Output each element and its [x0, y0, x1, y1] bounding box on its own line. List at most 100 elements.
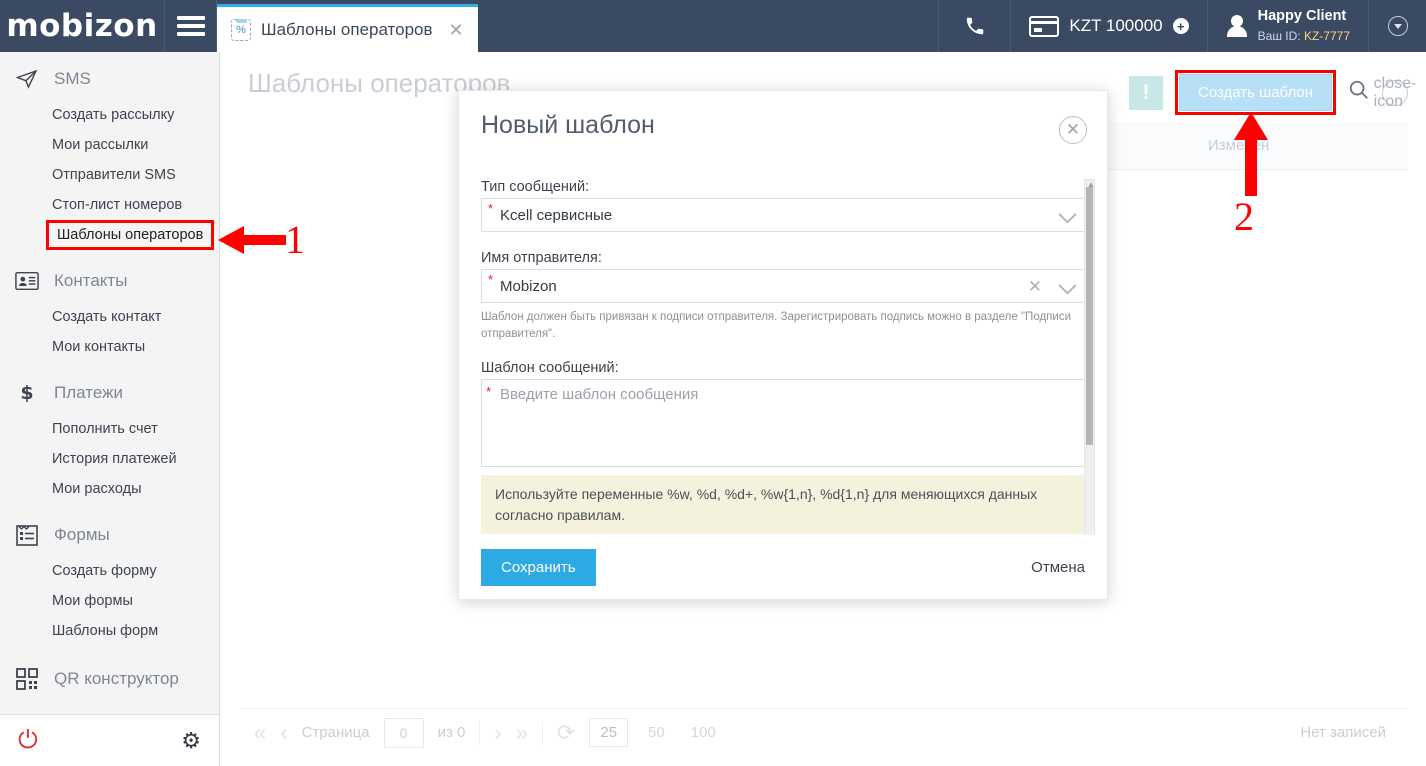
- credit-card-icon: [1029, 15, 1060, 37]
- message-type-label: Тип сообщений:: [481, 179, 590, 195]
- tab-strip: % Шаблоны операторов ✕: [217, 0, 938, 52]
- add-funds-icon[interactable]: +: [1172, 18, 1189, 34]
- annotation-number-1: 1: [285, 217, 305, 262]
- page-label: Страница: [301, 724, 370, 741]
- sidebar-group-label: Платежи: [54, 383, 123, 402]
- sidebar-group-forms[interactable]: Формы: [0, 514, 219, 556]
- search-icon[interactable]: [1348, 79, 1370, 107]
- sidebar-item-sms-senders[interactable]: Отправители SMS: [0, 160, 219, 190]
- divider: [541, 720, 543, 745]
- phone-icon: [966, 17, 984, 35]
- first-page-button[interactable]: «: [254, 720, 266, 746]
- chevron-down-icon: [1387, 16, 1408, 36]
- sidebar-item-my-forms[interactable]: Мои формы: [0, 586, 219, 616]
- annotation-arrow-1: [218, 226, 286, 254]
- required-marker: *: [488, 272, 494, 287]
- brand-logo-text: mobizon: [6, 8, 158, 44]
- user-id-value: KZ-7777: [1303, 29, 1350, 43]
- sender-name-hint: Шаблон должен быть привязан к подписи от…: [481, 311, 1071, 340]
- sidebar-nav: SMS Создать рассылку Мои рассылки Отправ…: [0, 52, 219, 714]
- svg-text:$: $: [20, 382, 33, 404]
- create-template-button[interactable]: Создать шаблон: [1178, 74, 1332, 111]
- top-header-bar: mobizon % Шаблоны операторов ✕ KZT 10000: [0, 0, 1426, 52]
- modal-close-icon[interactable]: ✕: [1059, 116, 1087, 144]
- save-button[interactable]: Сохранить: [481, 548, 596, 586]
- hamburger-icon: [176, 16, 205, 36]
- sidebar-item-my-campaigns[interactable]: Мои рассылки: [0, 130, 219, 160]
- qr-icon: [14, 666, 40, 692]
- annotation-number-2: 2: [1234, 194, 1254, 239]
- support-phone-button[interactable]: [938, 0, 1010, 52]
- message-template-placeholder: Введите шаблон сообщения: [500, 386, 699, 404]
- sidebar-item-my-expenses[interactable]: Мои расходы: [0, 474, 219, 504]
- app-root: mobizon % Шаблоны операторов ✕ KZT 10000: [0, 0, 1426, 766]
- tab-close-icon[interactable]: ✕: [449, 21, 464, 39]
- required-marker: *: [486, 384, 492, 400]
- sidebar-item-create-contact[interactable]: Создать контакт: [0, 302, 219, 332]
- sidebar-footer: ⏻ ⚙: [0, 714, 219, 766]
- message-type-value: Kcell сервисные: [500, 206, 613, 224]
- user-info: Happy Client Ваш ID: KZ-7777: [1258, 6, 1350, 46]
- modal-scrollbar[interactable]: ▲ ▼: [1084, 179, 1095, 549]
- sidebar-group-sms[interactable]: SMS: [0, 58, 219, 100]
- sidebar-group-label: Формы: [54, 525, 110, 544]
- balance-amount: KZT 100000: [1069, 16, 1163, 35]
- dollar-icon: $: [14, 380, 40, 406]
- sidebar-item-create-form[interactable]: Создать форму: [0, 556, 219, 586]
- cancel-button[interactable]: Отмена: [1031, 559, 1085, 576]
- percent-tab-icon: %: [231, 18, 251, 41]
- prev-page-button[interactable]: ‹: [280, 720, 287, 746]
- user-menu-toggle[interactable]: [1368, 0, 1426, 52]
- message-template-label: Шаблон сообщений:: [481, 360, 619, 377]
- close-icon[interactable]: close-icon: [1374, 75, 1417, 110]
- page-size-100[interactable]: 100: [685, 724, 722, 741]
- message-template-textarea[interactable]: * Введите шаблон сообщения: [481, 379, 1087, 468]
- paper-plane-icon: [14, 66, 40, 92]
- modal-body: Тип сообщений: * Kcell сервисные Имя отп…: [481, 179, 1087, 549]
- gear-icon[interactable]: ⚙: [181, 729, 201, 752]
- sidebar-item-create-campaign[interactable]: Создать рассылку: [0, 100, 219, 130]
- power-icon[interactable]: ⏻: [18, 728, 38, 753]
- brand-logo[interactable]: mobizon: [0, 0, 165, 52]
- page-number-input[interactable]: [383, 717, 424, 748]
- scrollbar-thumb[interactable]: [1086, 187, 1093, 445]
- modal-footer: Сохранить Отмена: [459, 535, 1107, 599]
- header-right-cluster: KZT 100000 + Happy Client Ваш ID: KZ-777…: [938, 0, 1426, 52]
- sidebar-group-payments[interactable]: $ Платежи: [0, 372, 219, 414]
- message-type-select[interactable]: * Kcell сервисные: [481, 198, 1087, 232]
- sender-name-value: Mobizon: [500, 277, 557, 295]
- warning-badge[interactable]: !: [1128, 75, 1163, 110]
- sidebar-item-payment-history[interactable]: История платежей: [0, 444, 219, 474]
- total-pages-label: из 0: [437, 724, 466, 741]
- clear-icon[interactable]: ✕: [1028, 278, 1042, 295]
- sidebar-item-topup[interactable]: Пополнить счет: [0, 414, 219, 444]
- content-toolbar: ! Создать шаблон close-icon: [1128, 70, 1417, 115]
- sidebar-group-qr[interactable]: QR конструктор: [0, 658, 219, 700]
- hamburger-menu-button[interactable]: [165, 0, 217, 52]
- next-page-button[interactable]: ›: [494, 720, 501, 746]
- new-template-modal: Новый шаблон ✕ Тип сообщений: * Kcell се…: [458, 90, 1108, 600]
- avatar-icon: [1226, 14, 1248, 38]
- sidebar-item-form-templates[interactable]: Шаблоны форм: [0, 616, 219, 646]
- user-id: Ваш ID: KZ-7777: [1258, 29, 1350, 43]
- pagination-bar: « ‹ Страница из 0 › » ⟳ 25 50 100 Нет за…: [240, 708, 1408, 756]
- chevron-down-icon: [1058, 205, 1077, 224]
- sidebar-item-stoplist[interactable]: Стоп-лист номеров: [0, 190, 219, 220]
- user-profile-button[interactable]: Happy Client Ваш ID: KZ-7777: [1206, 0, 1368, 52]
- empty-records-label: Нет записей: [1300, 724, 1386, 741]
- tab-operator-templates[interactable]: % Шаблоны операторов ✕: [217, 4, 478, 52]
- sidebar-item-operator-templates[interactable]: Шаблоны операторов: [46, 220, 215, 250]
- sidebar-item-my-contacts[interactable]: Мои контакты: [0, 332, 219, 362]
- annotation-arrow-2: [1234, 112, 1268, 196]
- sender-name-select[interactable]: * Mobizon ✕: [481, 269, 1087, 303]
- sidebar-group-label: SMS: [54, 69, 91, 88]
- page-size-50[interactable]: 50: [642, 724, 671, 741]
- user-id-label: Ваш ID:: [1257, 29, 1301, 43]
- balance-button[interactable]: KZT 100000 +: [1010, 0, 1206, 52]
- variables-note: Используйте переменные %w, %d, %d+, %w{1…: [481, 475, 1087, 534]
- refresh-icon[interactable]: ⟳: [557, 720, 575, 746]
- last-page-button[interactable]: »: [516, 720, 528, 746]
- page-size-25[interactable]: 25: [589, 718, 629, 747]
- contact-card-icon: [14, 268, 40, 294]
- sidebar-group-contacts[interactable]: Контакты: [0, 260, 219, 302]
